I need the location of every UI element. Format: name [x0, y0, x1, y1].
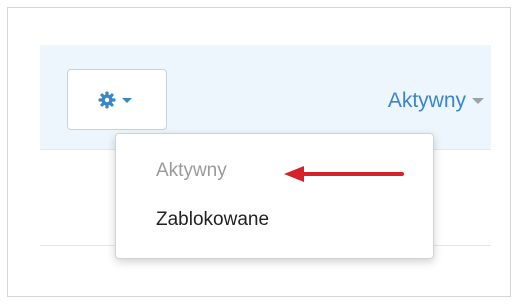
dropdown-item-aktywny[interactable]: Aktywny [156, 160, 227, 182]
dropdown-item-zablokowane[interactable]: Zablokowane [156, 209, 269, 231]
caret-down-icon [472, 98, 484, 104]
status-filter-label: Aktywny [387, 89, 466, 112]
gear-icon [98, 91, 132, 108]
status-filter-toggle[interactable]: Aktywny [388, 87, 484, 115]
status-dropdown-menu: Aktywny Zablokowane [115, 133, 434, 259]
chevron-down-icon [122, 97, 132, 103]
annotation-arrow-icon [284, 166, 404, 182]
settings-dropdown-button[interactable] [67, 69, 167, 130]
